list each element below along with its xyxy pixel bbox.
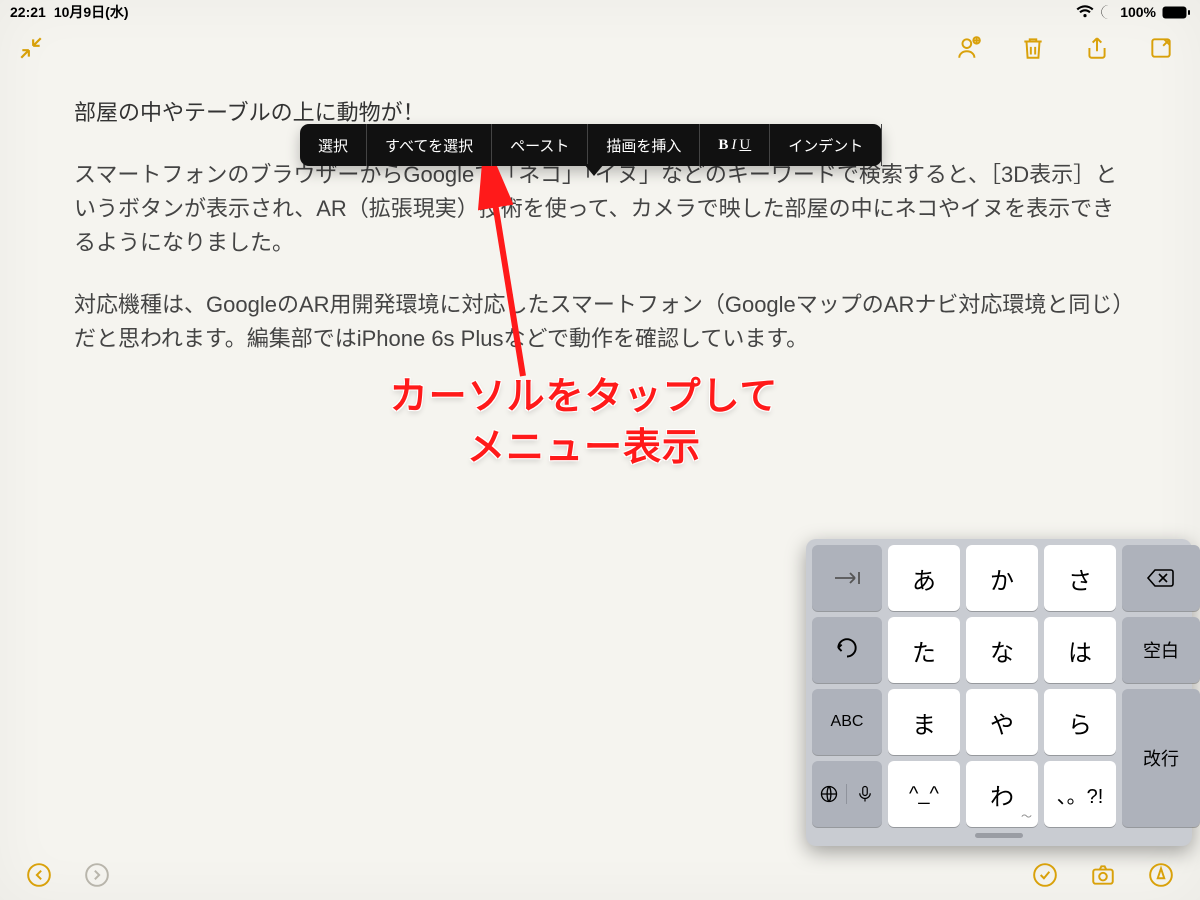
key-tab[interactable]	[812, 545, 882, 611]
globe-icon[interactable]	[812, 784, 847, 804]
ctx-paste[interactable]: ペースト	[492, 124, 588, 166]
keyboard-drag-handle[interactable]	[975, 833, 1023, 838]
key-undo[interactable]	[812, 617, 882, 683]
key-ra[interactable]: ら	[1044, 689, 1116, 755]
ctx-select-all[interactable]: すべてを選択	[367, 124, 492, 166]
markup-button[interactable]	[1146, 860, 1176, 890]
checklist-button[interactable]	[1030, 860, 1060, 890]
battery-percent: 100%	[1120, 4, 1156, 20]
key-abc[interactable]: ABC	[812, 689, 882, 755]
key-ma[interactable]: ま	[888, 689, 960, 755]
new-note-button[interactable]	[1146, 33, 1176, 63]
ctx-insert-drawing[interactable]: 描画を挿入	[588, 124, 700, 166]
camera-button[interactable]	[1088, 860, 1118, 890]
key-na[interactable]: な	[966, 617, 1038, 683]
key-space[interactable]: 空白	[1122, 617, 1200, 683]
key-punct[interactable]: 、。?!	[1044, 761, 1116, 827]
status-date: 10月9日(水)	[54, 2, 129, 22]
annotation-line: メニュー表示	[304, 423, 864, 474]
mic-icon[interactable]	[847, 784, 882, 804]
status-bar: 22:21 10月9日(水) 100%	[0, 0, 1200, 24]
status-time: 22:21	[10, 4, 46, 20]
share-button[interactable]	[1082, 33, 1112, 63]
wifi-icon	[1076, 5, 1094, 19]
collapse-fullscreen-button[interactable]	[16, 33, 46, 63]
do-not-disturb-icon	[1100, 5, 1114, 19]
key-wa[interactable]: わ〜	[966, 761, 1038, 827]
ctx-indent[interactable]: インデント	[770, 124, 882, 166]
key-a[interactable]: あ	[888, 545, 960, 611]
annotation-text: カーソルをタップして メニュー表示	[304, 372, 864, 475]
key-ha[interactable]: は	[1044, 617, 1116, 683]
note-paragraph: 対応機種は、GoogleのAR用開発環境に対応したスマートフォン（Googleマ…	[74, 288, 1126, 356]
key-kaomoji[interactable]: ^_^	[888, 761, 960, 827]
note-toolbar	[0, 24, 1200, 72]
key-ka[interactable]: か	[966, 545, 1038, 611]
bottom-toolbar	[0, 850, 1200, 900]
ctx-format-biu[interactable]: BIU	[700, 124, 770, 166]
ctx-select[interactable]: 選択	[300, 124, 367, 166]
redo-button[interactable]	[82, 860, 112, 890]
battery-icon	[1162, 6, 1190, 19]
floating-keyboard[interactable]: あ か さ た な は 空白 ABC ま や ら 改行 ^_^ わ〜 、。?!	[806, 539, 1192, 846]
key-ta[interactable]: た	[888, 617, 960, 683]
annotation-line: カーソルをタップして	[304, 372, 864, 423]
key-globe-mic[interactable]	[812, 761, 882, 827]
key-delete[interactable]	[1122, 545, 1200, 611]
collaborate-button[interactable]	[954, 33, 984, 63]
key-sa[interactable]: さ	[1044, 545, 1116, 611]
undo-button[interactable]	[24, 860, 54, 890]
delete-button[interactable]	[1018, 33, 1048, 63]
note-body[interactable]: 部屋の中やテーブルの上に動物が！ スマートフォンのブラウザーからGoogleで「…	[0, 72, 1200, 357]
key-return[interactable]: 改行	[1122, 689, 1200, 827]
text-context-menu: 選択 すべてを選択 ペースト 描画を挿入 BIU インデント	[300, 124, 882, 166]
key-ya[interactable]: や	[966, 689, 1038, 755]
